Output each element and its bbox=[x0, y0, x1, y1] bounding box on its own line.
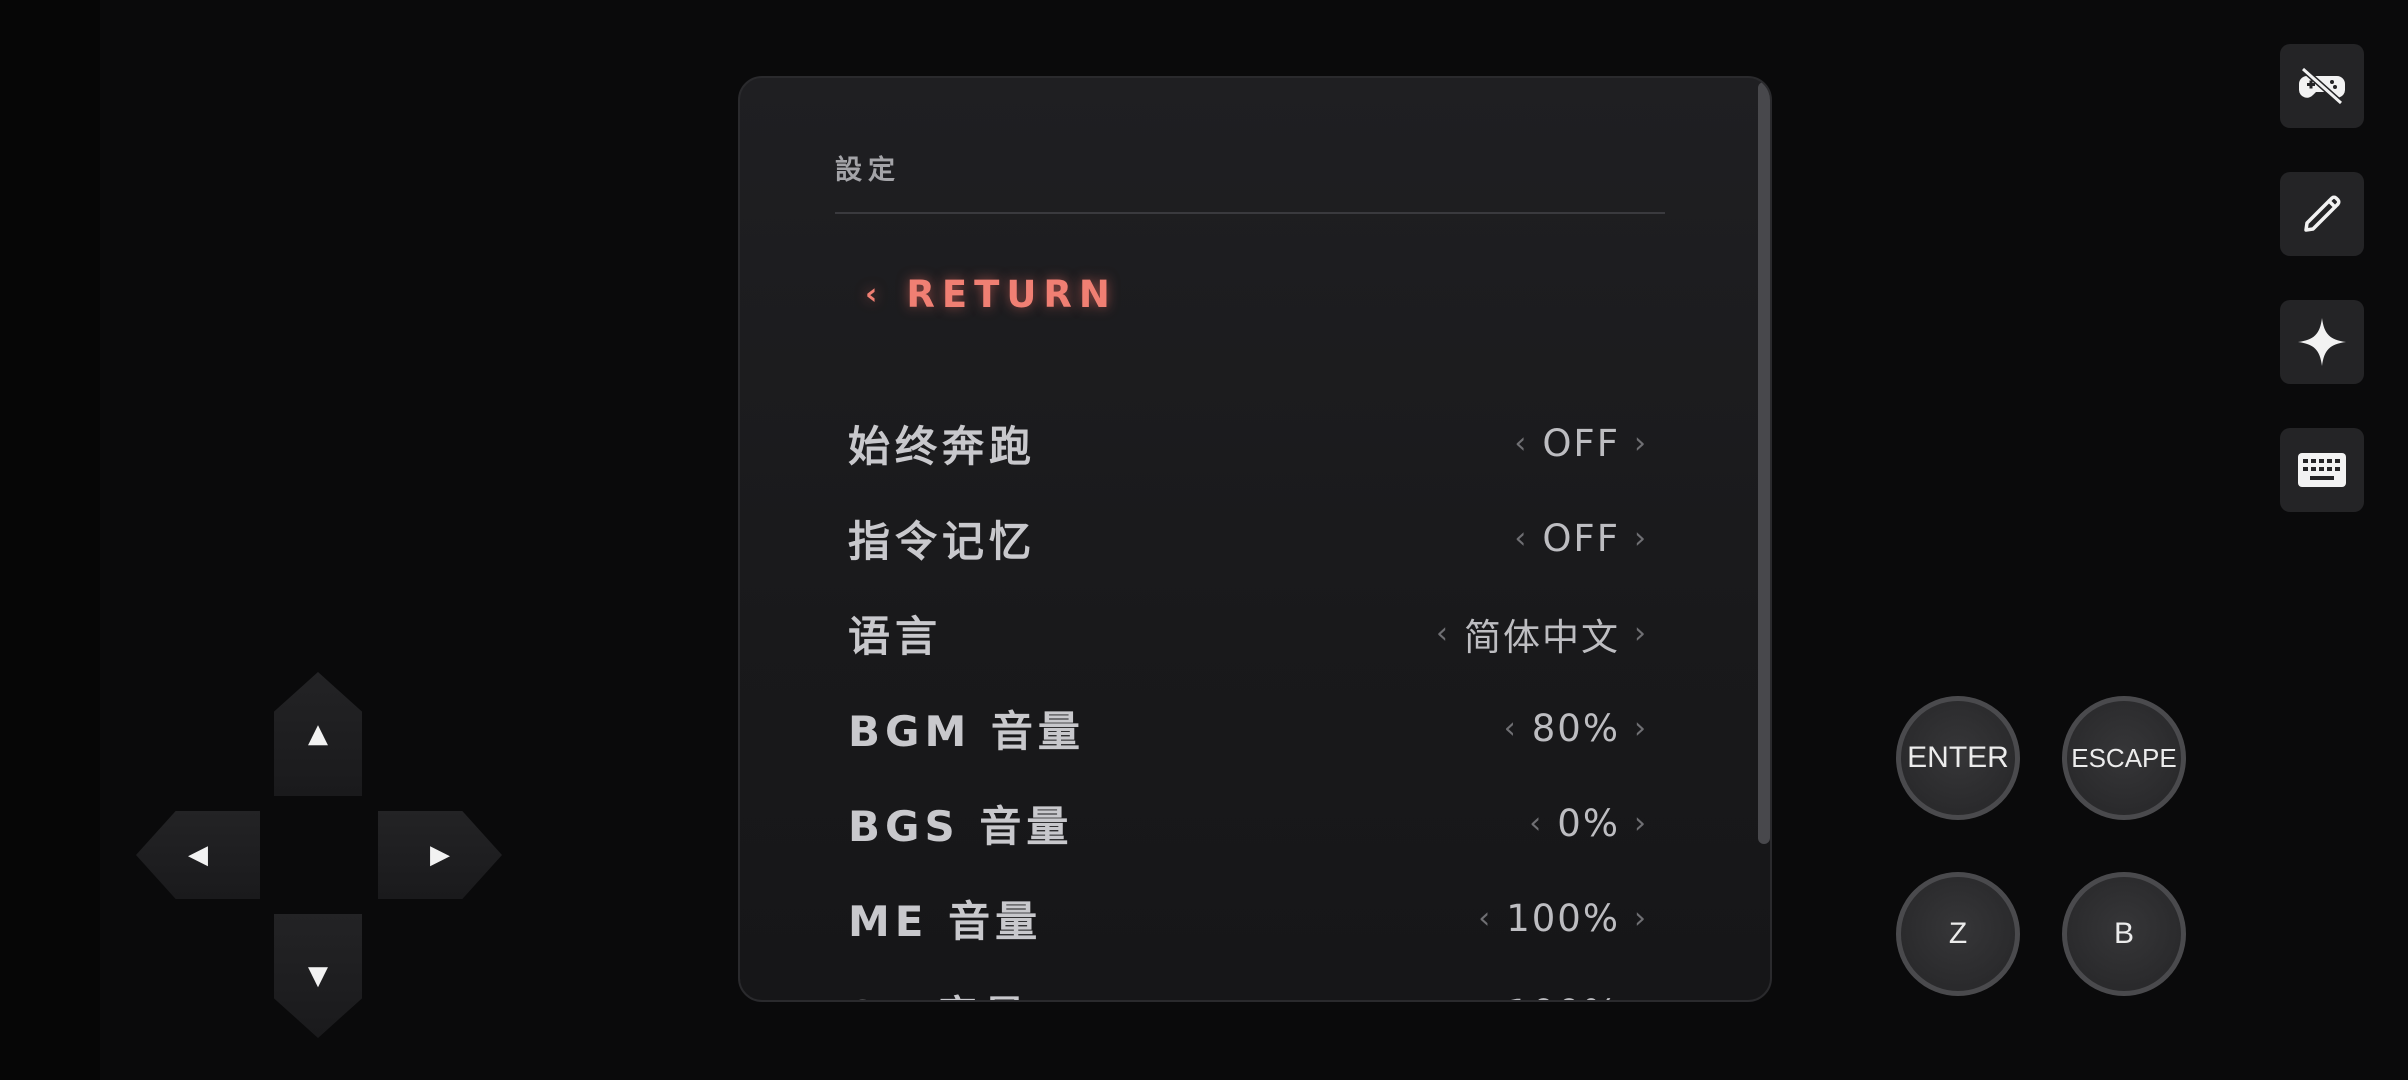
chevron-right-icon[interactable]: › bbox=[1634, 996, 1648, 1000]
setting-row-always-run[interactable]: 始终奔跑 ‹ OFF › bbox=[848, 396, 1648, 491]
z-label: Z bbox=[1948, 917, 1968, 950]
setting-value-selector: ‹ OFF › bbox=[1514, 517, 1648, 560]
arrow-left-icon: ◀ bbox=[188, 840, 208, 870]
return-button[interactable]: ‹ RETURN bbox=[865, 264, 1117, 324]
chevron-right-icon[interactable]: › bbox=[1634, 426, 1648, 461]
chevron-right-icon[interactable]: › bbox=[1634, 711, 1648, 746]
edit-button[interactable] bbox=[2280, 172, 2364, 256]
chevron-left-icon[interactable]: ‹ bbox=[1514, 521, 1528, 556]
chevron-left-icon[interactable]: ‹ bbox=[1529, 806, 1543, 841]
keyboard-icon bbox=[2298, 453, 2346, 487]
chevron-right-icon[interactable]: › bbox=[1634, 901, 1648, 936]
setting-value: 0% bbox=[1557, 802, 1620, 845]
arrow-down-icon: ▼ bbox=[308, 961, 328, 991]
setting-value-selector: ‹ 100% › bbox=[1478, 897, 1648, 940]
chevron-left-icon[interactable]: ‹ bbox=[1504, 711, 1518, 746]
gamepad-off-icon bbox=[2299, 66, 2345, 106]
panel-title: 設定 bbox=[835, 155, 901, 186]
setting-row-bgs-volume[interactable]: BGS 音量 ‹ 0% › bbox=[848, 776, 1648, 871]
special-button[interactable] bbox=[2280, 300, 2364, 384]
scrollbar[interactable] bbox=[1758, 82, 1770, 844]
chevron-left-icon: ‹ bbox=[865, 276, 885, 312]
setting-label: BGM 音量 bbox=[848, 707, 1085, 756]
setting-label: 语言 bbox=[848, 612, 943, 661]
setting-value: OFF bbox=[1542, 517, 1620, 560]
setting-value-selector: ‹ 简体中文 › bbox=[1436, 607, 1648, 661]
setting-value: 简体中文 bbox=[1464, 615, 1620, 659]
pencil-icon bbox=[2304, 195, 2341, 232]
settings-list: 始终奔跑 ‹ OFF › 指令记忆 ‹ OFF › 语言 ‹ 简体中文 › BG… bbox=[848, 396, 1648, 1000]
chevron-left-icon[interactable]: ‹ bbox=[1478, 901, 1492, 936]
arrow-up-icon: ▲ bbox=[308, 719, 328, 749]
setting-value-selector: ‹ 80% › bbox=[1504, 707, 1648, 750]
keyboard-button[interactable] bbox=[2280, 428, 2364, 512]
escape-button[interactable]: ESCAPE bbox=[2062, 696, 2186, 820]
sparkle-icon bbox=[2298, 318, 2346, 366]
setting-value: 80% bbox=[1531, 707, 1620, 750]
setting-value: 100% bbox=[1506, 992, 1620, 1000]
escape-label: ESCAPE bbox=[2071, 742, 2177, 773]
chevron-left-icon[interactable]: ‹ bbox=[1436, 616, 1450, 651]
toggle-gamepad-button[interactable] bbox=[2280, 44, 2364, 128]
setting-row-language[interactable]: 语言 ‹ 简体中文 › bbox=[848, 586, 1648, 681]
setting-value-selector: ‹ 100% › bbox=[1478, 992, 1648, 1000]
return-label: RETURN bbox=[906, 272, 1117, 316]
b-button[interactable]: B bbox=[2062, 872, 2186, 996]
setting-row-me-volume[interactable]: ME 音量 ‹ 100% › bbox=[848, 871, 1648, 966]
chevron-right-icon[interactable]: › bbox=[1634, 616, 1648, 651]
arrow-right-icon: ▶ bbox=[430, 840, 450, 870]
z-button[interactable]: Z bbox=[1896, 872, 2020, 996]
chevron-left-icon[interactable]: ‹ bbox=[1478, 996, 1492, 1000]
chevron-left-icon[interactable]: ‹ bbox=[1514, 426, 1528, 461]
setting-label: 指令记忆 bbox=[848, 517, 1037, 566]
b-label: B bbox=[2113, 917, 2134, 950]
setting-row-command-memory[interactable]: 指令记忆 ‹ OFF › bbox=[848, 491, 1648, 586]
setting-row-se-volume[interactable]: SE 音量 ‹ 100% › bbox=[848, 966, 1648, 1000]
setting-label: 始终奔跑 bbox=[848, 422, 1037, 471]
setting-value-selector: ‹ OFF › bbox=[1514, 422, 1648, 465]
enter-label: ENTER bbox=[1907, 741, 2009, 774]
chevron-right-icon[interactable]: › bbox=[1634, 521, 1648, 556]
setting-label: ME 音量 bbox=[848, 897, 1043, 946]
setting-value: 100% bbox=[1506, 897, 1620, 940]
setting-row-bgm-volume[interactable]: BGM 音量 ‹ 80% › bbox=[848, 681, 1648, 776]
chevron-right-icon[interactable]: › bbox=[1634, 806, 1648, 841]
settings-panel: 設定 ‹ RETURN 始终奔跑 ‹ OFF › 指令记忆 ‹ OFF › 语言… bbox=[738, 76, 1772, 1002]
setting-value: OFF bbox=[1542, 422, 1620, 465]
setting-value-selector: ‹ 0% › bbox=[1529, 802, 1648, 845]
divider bbox=[835, 212, 1665, 214]
setting-label: BGS 音量 bbox=[848, 802, 1074, 851]
setting-label: SE 音量 bbox=[848, 983, 1031, 1000]
enter-button[interactable]: ENTER bbox=[1896, 696, 2020, 820]
